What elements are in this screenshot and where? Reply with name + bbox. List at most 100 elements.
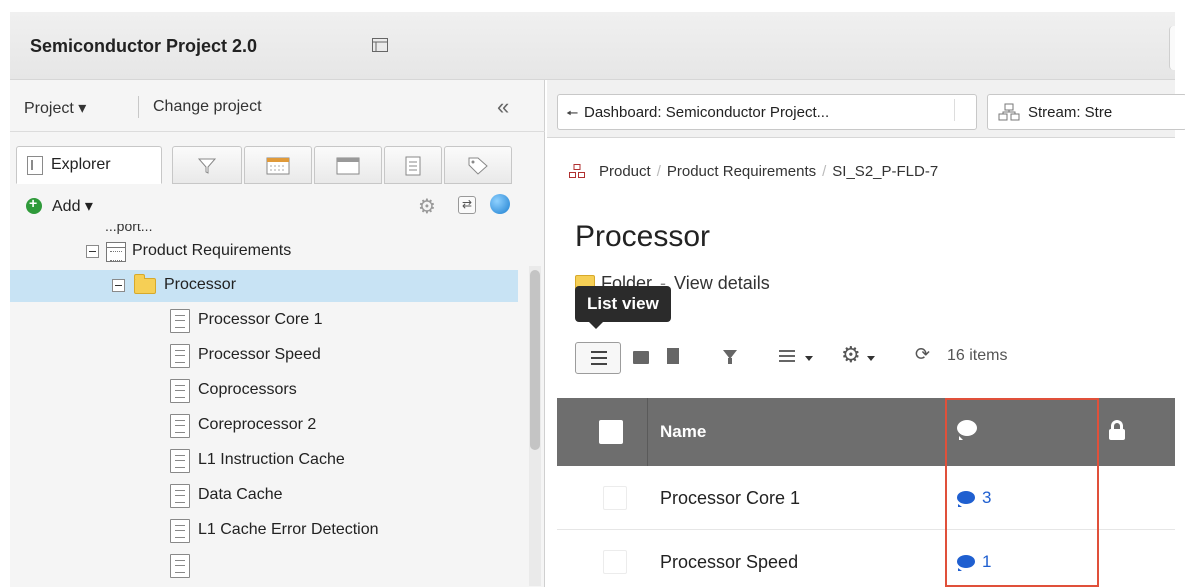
gear-icon: ⚙	[841, 342, 861, 367]
columns-menu-button[interactable]	[779, 346, 819, 378]
filter-button[interactable]	[723, 346, 743, 378]
requirement-doc-icon	[170, 484, 190, 508]
tab-document[interactable]	[384, 146, 442, 184]
title-bar-edge	[1169, 26, 1175, 70]
tree-item-label: L1 Cache Error Detection	[198, 521, 379, 538]
scrollbar-thumb[interactable]	[530, 270, 540, 450]
settings-gear-icon[interactable]: ⚙	[418, 194, 436, 219]
change-project-link[interactable]: Change project	[153, 98, 262, 116]
page-view-button[interactable]	[665, 342, 685, 374]
document-view-button[interactable]	[633, 342, 653, 374]
refresh-icon: ⟳	[915, 344, 931, 364]
breadcrumb-product[interactable]: Product	[599, 163, 651, 180]
collapse-toggle-icon[interactable]	[112, 279, 125, 292]
tree-scrollbar[interactable]	[529, 266, 541, 586]
left-tabs: Explorer	[16, 146, 536, 186]
back-arrow-icon[interactable]: 🠔	[566, 103, 578, 127]
lock-icon[interactable]	[1109, 420, 1125, 440]
requirement-doc-icon	[170, 414, 190, 438]
tab-explorer[interactable]: Explorer	[16, 146, 162, 184]
tab-filter[interactable]	[172, 146, 242, 184]
tab-stream[interactable]: Stream: Stre	[987, 94, 1185, 130]
requirement-doc-icon	[170, 519, 190, 543]
chevron-down-icon	[805, 356, 813, 361]
tree-item-processor-selected[interactable]: Processor	[10, 270, 518, 302]
requirement-doc-icon	[170, 344, 190, 368]
comment-icon[interactable]	[957, 555, 975, 571]
view-toolbar: ⚙ ⟳ 16 items	[575, 338, 1175, 378]
breadcrumb-item-id[interactable]: SI_S2_P-FLD-7	[832, 163, 938, 180]
table-header: Name	[557, 398, 1175, 466]
requirement-doc-icon	[170, 379, 190, 403]
tree-item-label: Coprocessors	[198, 381, 297, 398]
tab-dashboard-label: Dashboard: Semiconductor Project...	[584, 104, 830, 121]
page-icon	[667, 348, 679, 364]
row-checkbox[interactable]	[603, 486, 627, 510]
right-pane: 🠔 Dashboard: Semiconductor Project... St…	[547, 80, 1185, 587]
title-bar: Semiconductor Project 2.0	[10, 12, 1175, 80]
table-row[interactable]: Processor Core 1 3	[557, 466, 1175, 530]
settings-menu-button[interactable]: ⚙	[841, 342, 881, 374]
requirement-doc-icon	[170, 554, 190, 578]
tree-item-label: L1 Instruction Cache	[198, 451, 345, 468]
column-divider	[945, 398, 946, 466]
comments-column-icon[interactable]	[957, 420, 977, 440]
row-name[interactable]: Processor Core 1	[660, 488, 800, 509]
stream-icon	[998, 103, 1020, 121]
refresh-button[interactable]: ⟳	[915, 344, 935, 376]
column-divider	[647, 398, 648, 466]
tree-item-label: Processor Core 1	[198, 311, 323, 328]
list-view-button[interactable]	[575, 342, 621, 374]
column-header-name[interactable]: Name	[660, 422, 706, 442]
add-menu[interactable]: Add ▾	[52, 196, 93, 216]
collapse-toggle-icon[interactable]	[86, 245, 99, 258]
chevron-down-icon	[867, 356, 875, 361]
comment-icon[interactable]	[957, 491, 975, 507]
tree-item-product-requirements[interactable]: Product Requirements	[10, 236, 518, 268]
project-icon	[569, 164, 585, 178]
tab-window[interactable]	[314, 146, 382, 184]
table-row[interactable]: Processor Speed 1	[557, 530, 1175, 587]
columns-icon	[779, 350, 795, 362]
tree-item-partial: ...port...	[105, 224, 153, 234]
book-icon	[633, 351, 649, 364]
filter-icon	[723, 350, 737, 364]
row-checkbox[interactable]	[603, 550, 627, 574]
tree-item-label: Processor Speed	[198, 346, 321, 363]
window-icon	[336, 157, 360, 175]
document-tabstrip: 🠔 Dashboard: Semiconductor Project... St…	[547, 80, 1185, 138]
folder-icon	[134, 274, 156, 294]
tab-explorer-label: Explorer	[51, 156, 111, 173]
item-count: 16 items	[947, 347, 1007, 379]
filter-icon	[197, 158, 217, 174]
view-details-link[interactable]: View details	[674, 273, 770, 293]
select-all-checkbox[interactable]	[599, 420, 623, 444]
tab-close-icon[interactable]	[954, 99, 968, 121]
separator	[138, 96, 139, 118]
explorer-tree: ...port... Product Requirements Processo…	[10, 224, 530, 587]
calendar-icon	[266, 157, 290, 175]
tab-tags[interactable]	[444, 146, 512, 184]
collapse-left-icon[interactable]: «	[497, 94, 509, 120]
project-menu[interactable]: Project ▾	[24, 98, 86, 118]
comment-count[interactable]: 1	[982, 552, 991, 572]
breadcrumb-product-requirements[interactable]: Product Requirements	[667, 163, 816, 180]
comment-count[interactable]: 3	[982, 488, 991, 508]
requirement-doc-icon	[170, 449, 190, 473]
row-name[interactable]: Processor Speed	[660, 552, 798, 573]
document-icon	[405, 156, 421, 176]
list-view-tooltip: List view	[575, 286, 671, 329]
panel-layout-icon[interactable]	[372, 38, 388, 52]
add-plus-icon[interactable]	[26, 195, 42, 214]
app-title: Semiconductor Project 2.0	[30, 36, 258, 56]
tab-dashboard[interactable]: 🠔 Dashboard: Semiconductor Project...	[557, 94, 977, 130]
tree-item-label: Data Cache	[198, 486, 283, 503]
tab-stream-label: Stream: Stre	[1028, 104, 1113, 121]
globe-icon[interactable]	[490, 194, 510, 214]
tab-calendar[interactable]	[244, 146, 312, 184]
list-icon	[591, 351, 607, 365]
sync-icon[interactable]: ⇄	[458, 196, 476, 214]
item-count-label: 16 items	[947, 347, 1008, 364]
module-icon	[106, 242, 126, 262]
tree-item-label: Processor	[164, 276, 237, 293]
